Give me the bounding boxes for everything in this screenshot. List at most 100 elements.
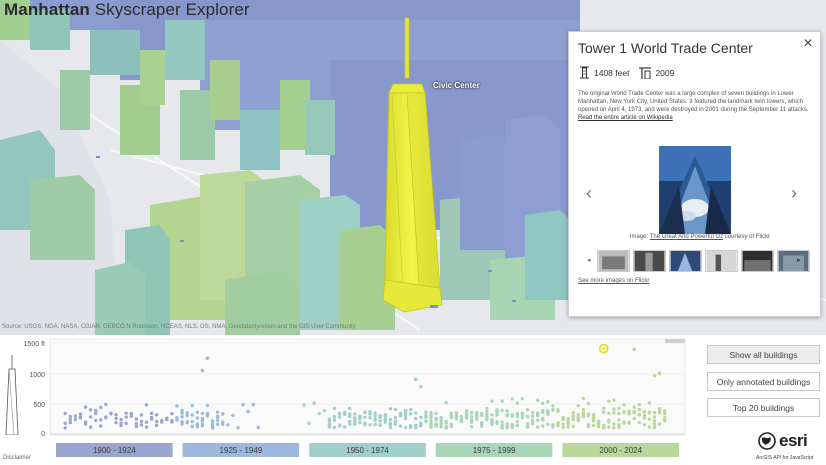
building-dot[interactable]: [175, 404, 179, 408]
building-dot[interactable]: [612, 398, 616, 402]
disclaimer-link[interactable]: Disclaimer: [3, 455, 31, 461]
building-dot[interactable]: [363, 415, 367, 419]
period-button[interactable]: 1950 - 1974: [309, 443, 426, 457]
building-dot[interactable]: [571, 410, 575, 415]
more-images-link[interactable]: See more images on Flickr: [578, 278, 649, 284]
building-dot[interactable]: [469, 410, 474, 415]
building-dot[interactable]: [480, 413, 484, 418]
building-dot[interactable]: [373, 411, 377, 415]
building-dot[interactable]: [205, 356, 210, 360]
building-dot[interactable]: [515, 419, 520, 424]
building-dot[interactable]: [414, 416, 418, 421]
building-dot[interactable]: [241, 402, 245, 407]
building-dot[interactable]: [348, 412, 352, 416]
building-dot[interactable]: [215, 422, 220, 426]
building-dot[interactable]: [622, 420, 626, 424]
building-dot[interactable]: [612, 407, 616, 411]
building-dot[interactable]: [408, 424, 413, 429]
building-dot[interactable]: [525, 421, 530, 426]
building-dot[interactable]: [515, 423, 520, 428]
building-photo[interactable]: [659, 146, 731, 234]
building-dot[interactable]: [439, 425, 443, 429]
building-dot[interactable]: [419, 422, 423, 426]
building-dot[interactable]: [134, 421, 139, 426]
building-dot[interactable]: [88, 415, 93, 419]
building-dot[interactable]: [195, 422, 200, 427]
building-dot[interactable]: [408, 407, 413, 412]
building-dot[interactable]: [144, 425, 149, 429]
building-dot[interactable]: [398, 411, 403, 416]
building-dot[interactable]: [124, 421, 128, 425]
building-dot[interactable]: [607, 425, 611, 429]
building-dot[interactable]: [581, 414, 586, 419]
building-dot[interactable]: [444, 400, 448, 405]
building-dot[interactable]: [591, 423, 596, 428]
building-dot[interactable]: [210, 426, 215, 430]
building-dot[interactable]: [500, 423, 504, 428]
building-dot[interactable]: [88, 408, 93, 412]
building-dot[interactable]: [200, 411, 205, 416]
building-dot[interactable]: [632, 347, 636, 352]
building-dot[interactable]: [571, 417, 575, 421]
building-dot[interactable]: [586, 424, 591, 429]
building-dot[interactable]: [434, 422, 438, 427]
building-dot[interactable]: [495, 419, 499, 424]
building-dot[interactable]: [413, 377, 418, 382]
building-dot[interactable]: [469, 424, 474, 429]
building-dot[interactable]: [581, 408, 586, 412]
building-dot[interactable]: [662, 416, 667, 420]
building-dot[interactable]: [566, 425, 570, 429]
building-dot[interactable]: [73, 414, 78, 418]
building-dot[interactable]: [596, 422, 601, 426]
building-dot[interactable]: [444, 421, 448, 425]
building-dot[interactable]: [139, 423, 144, 427]
building-dot[interactable]: [363, 421, 367, 425]
building-dot[interactable]: [652, 425, 657, 430]
building-dot[interactable]: [449, 422, 454, 426]
building-dot[interactable]: [393, 422, 398, 426]
building-dot[interactable]: [490, 413, 494, 417]
building-dot[interactable]: [551, 408, 555, 412]
building-dot[interactable]: [485, 406, 489, 411]
building-dot[interactable]: [576, 414, 581, 419]
building-dot[interactable]: [149, 411, 154, 416]
building-dot[interactable]: [556, 408, 560, 412]
building-dot[interactable]: [165, 416, 169, 420]
building-dot[interactable]: [454, 417, 459, 421]
building-dot[interactable]: [358, 414, 362, 419]
building-dot[interactable]: [439, 421, 443, 426]
building-dot[interactable]: [68, 414, 73, 419]
show-all-buildings-button[interactable]: Show all buildings: [707, 345, 820, 364]
building-dot[interactable]: [322, 408, 327, 413]
building-dot[interactable]: [546, 422, 550, 427]
building-dot[interactable]: [515, 401, 520, 405]
building-dot[interactable]: [180, 411, 184, 415]
building-dot[interactable]: [627, 409, 631, 414]
building-dot[interactable]: [429, 419, 433, 424]
building-dot[interactable]: [348, 422, 352, 426]
building-dot[interactable]: [637, 420, 641, 425]
building-dot[interactable]: [627, 421, 631, 425]
period-button-label[interactable]: 1900 - 1924: [93, 446, 136, 455]
building-dot[interactable]: [561, 422, 565, 426]
building-dot[interactable]: [546, 409, 550, 414]
scene-view[interactable]: Manhattan Skyscraper Explorer Civic Cent…: [0, 0, 826, 335]
building-dot[interactable]: [617, 418, 621, 422]
building-dot[interactable]: [515, 412, 520, 417]
building-dot[interactable]: [424, 414, 428, 418]
selected-building-dot[interactable]: [601, 346, 606, 351]
building-dot[interactable]: [302, 403, 306, 407]
annotated-buildings-button[interactable]: Only annotated buildings: [707, 372, 820, 391]
building-dot[interactable]: [353, 417, 357, 421]
building-dot[interactable]: [327, 417, 332, 421]
building-dot[interactable]: [490, 422, 494, 427]
thumbnail-prev-icon[interactable]: ◂: [587, 256, 591, 264]
building-dot[interactable]: [221, 420, 225, 424]
building-dot[interactable]: [617, 422, 621, 427]
thumbnail-image[interactable]: [669, 250, 702, 272]
building-dot[interactable]: [378, 423, 382, 428]
building-dot[interactable]: [622, 403, 626, 407]
building-dot[interactable]: [393, 419, 398, 423]
building-dot[interactable]: [88, 425, 93, 429]
building-dot[interactable]: [434, 416, 438, 421]
